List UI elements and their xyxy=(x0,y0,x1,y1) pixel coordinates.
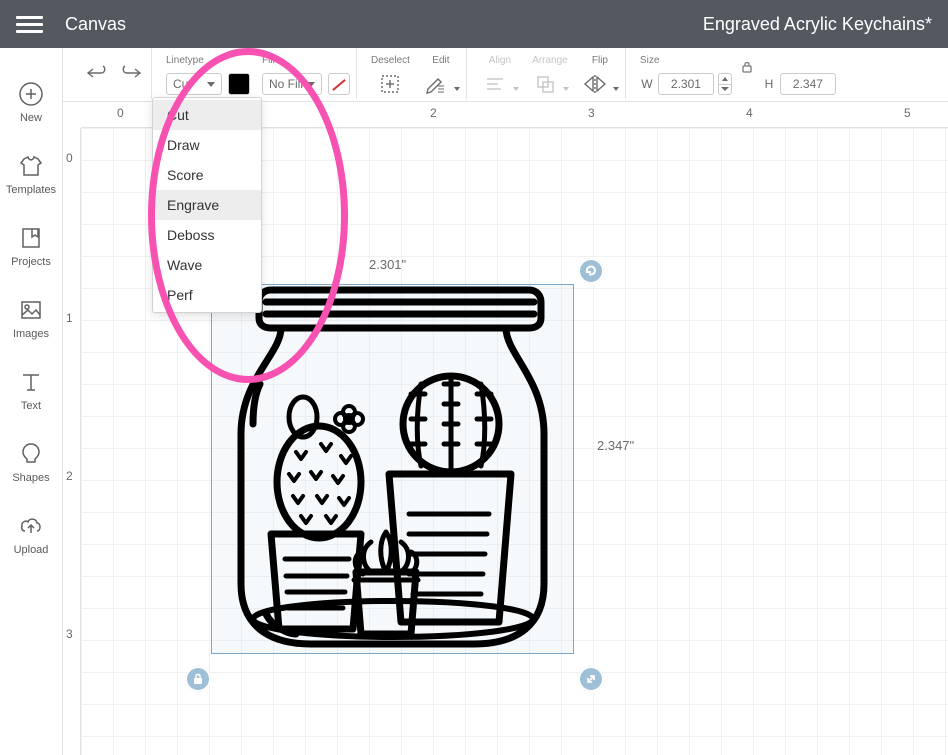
fill-group: Fill No Fill xyxy=(256,48,356,99)
linetype-option-score[interactable]: Score xyxy=(153,160,261,190)
sidebar-item-new[interactable]: New xyxy=(0,66,62,138)
edit-label: Edit xyxy=(422,54,460,68)
fill-select[interactable]: No Fill xyxy=(262,73,322,95)
sidebar-item-shapes[interactable]: Shapes xyxy=(0,426,62,498)
undo-button[interactable] xyxy=(83,58,111,86)
arrange-group: Arrange xyxy=(525,48,575,99)
sidebar-item-label: Upload xyxy=(14,544,49,556)
shirt-icon xyxy=(17,152,45,180)
linetype-color-swatch[interactable] xyxy=(228,73,250,95)
project-title[interactable]: Engraved Acrylic Keychains* xyxy=(703,14,932,35)
bookmark-grid-icon xyxy=(17,224,45,252)
size-h-label: H xyxy=(762,77,776,91)
menu-icon[interactable] xyxy=(16,16,43,33)
deselect-button[interactable] xyxy=(376,70,404,98)
ruler-v-num: 3 xyxy=(66,627,73,641)
sidebar-item-label: Templates xyxy=(6,184,56,196)
linetype-option-draw[interactable]: Draw xyxy=(153,130,261,160)
header-bar: Canvas Engraved Acrylic Keychains* xyxy=(0,0,948,48)
size-w-input[interactable]: 2.301 xyxy=(658,73,714,95)
canvas-artwork[interactable] xyxy=(211,284,574,654)
dim-width-readout: 2.301" xyxy=(369,257,406,272)
lock-aspect-icon[interactable] xyxy=(738,60,756,77)
fill-label: Fill xyxy=(262,54,350,68)
linetype-select[interactable]: Cut xyxy=(166,73,222,95)
chevron-down-icon xyxy=(454,87,460,91)
chevron-down-icon xyxy=(613,87,619,91)
linetype-option-wave[interactable]: Wave xyxy=(153,250,261,280)
sidebar-item-label: Projects xyxy=(11,256,51,268)
linetype-group: Linetype Cut Cut Draw Score Engrave Debo… xyxy=(151,48,256,99)
redo-button[interactable] xyxy=(117,58,145,86)
sidebar: New Templates Projects Images Text xyxy=(0,48,63,755)
sidebar-item-label: New xyxy=(20,112,42,124)
align-label: Align xyxy=(481,54,519,68)
size-w-label: W xyxy=(640,77,654,91)
sidebar-item-images[interactable]: Images xyxy=(0,282,62,354)
chevron-down-icon xyxy=(207,82,215,87)
plus-circle-icon xyxy=(17,80,45,108)
linetype-value: Cut xyxy=(173,77,192,91)
ruler-h-num: 4 xyxy=(746,106,753,120)
size-group: Size W 2.301 H 2.34 xyxy=(625,48,842,99)
ruler-v-num: 2 xyxy=(66,469,73,483)
header-left: Canvas xyxy=(16,14,126,35)
chevron-down-icon xyxy=(513,87,519,91)
main: New Templates Projects Images Text xyxy=(0,48,948,755)
edit-group: Edit xyxy=(416,48,466,99)
upload-cloud-icon xyxy=(17,512,45,540)
sidebar-item-label: Shapes xyxy=(12,472,49,484)
size-w-stepper[interactable] xyxy=(718,73,732,95)
sidebar-item-upload[interactable]: Upload xyxy=(0,498,62,570)
flip-button[interactable] xyxy=(581,70,609,98)
arrange-label: Arrange xyxy=(531,54,569,68)
dim-height-readout: 2.347" xyxy=(597,438,634,453)
align-group: Align xyxy=(466,48,525,99)
ruler-h-num: 0 xyxy=(117,106,124,120)
shapes-icon xyxy=(17,440,45,468)
select-group: Deselect xyxy=(356,48,416,99)
chevron-down-icon xyxy=(307,82,315,87)
sidebar-item-templates[interactable]: Templates xyxy=(0,138,62,210)
deselect-label: Deselect xyxy=(371,54,410,68)
arrange-button xyxy=(531,70,559,98)
linetype-option-deboss[interactable]: Deboss xyxy=(153,220,261,250)
size-w-row: W 2.301 xyxy=(640,73,732,95)
sidebar-item-label: Images xyxy=(13,328,49,340)
text-icon xyxy=(17,368,45,396)
ruler-v-num: 1 xyxy=(66,311,73,325)
fill-swatch-nofill[interactable] xyxy=(328,73,350,95)
flip-label: Flip xyxy=(581,54,619,68)
align-button xyxy=(481,70,509,98)
ruler-h-num: 5 xyxy=(904,106,911,120)
undo-redo-group xyxy=(71,48,151,99)
edit-button[interactable] xyxy=(422,70,450,98)
ruler-v-num: 0 xyxy=(66,151,73,165)
sidebar-item-label: Text xyxy=(21,400,41,412)
sidebar-item-text[interactable]: Text xyxy=(0,354,62,426)
ruler-vertical: 0 1 2 3 xyxy=(63,128,81,755)
resize-handle[interactable] xyxy=(578,666,604,692)
size-h-row: H 2.347 xyxy=(762,73,836,95)
flip-group: Flip xyxy=(575,48,625,99)
toolbar: Linetype Cut Cut Draw Score Engrave Debo… xyxy=(63,48,948,102)
linetype-dropdown: Cut Draw Score Engrave Deboss Wave Perf xyxy=(152,97,262,313)
ruler-h-num: 3 xyxy=(588,106,595,120)
app-title: Canvas xyxy=(65,14,126,35)
linetype-option-engrave[interactable]: Engrave xyxy=(153,190,261,220)
rotate-handle[interactable] xyxy=(578,258,604,284)
lock-handle[interactable] xyxy=(185,666,211,692)
ruler-h-num: 2 xyxy=(430,106,437,120)
chevron-down-icon xyxy=(563,87,569,91)
fill-value: No Fill xyxy=(269,77,303,91)
work-area: Linetype Cut Cut Draw Score Engrave Debo… xyxy=(63,48,948,755)
linetype-option-cut[interactable]: Cut xyxy=(153,100,261,130)
size-h-input[interactable]: 2.347 xyxy=(780,73,836,95)
image-icon xyxy=(17,296,45,324)
linetype-label: Linetype xyxy=(166,54,250,68)
sidebar-item-projects[interactable]: Projects xyxy=(0,210,62,282)
linetype-option-perf[interactable]: Perf xyxy=(153,280,261,310)
